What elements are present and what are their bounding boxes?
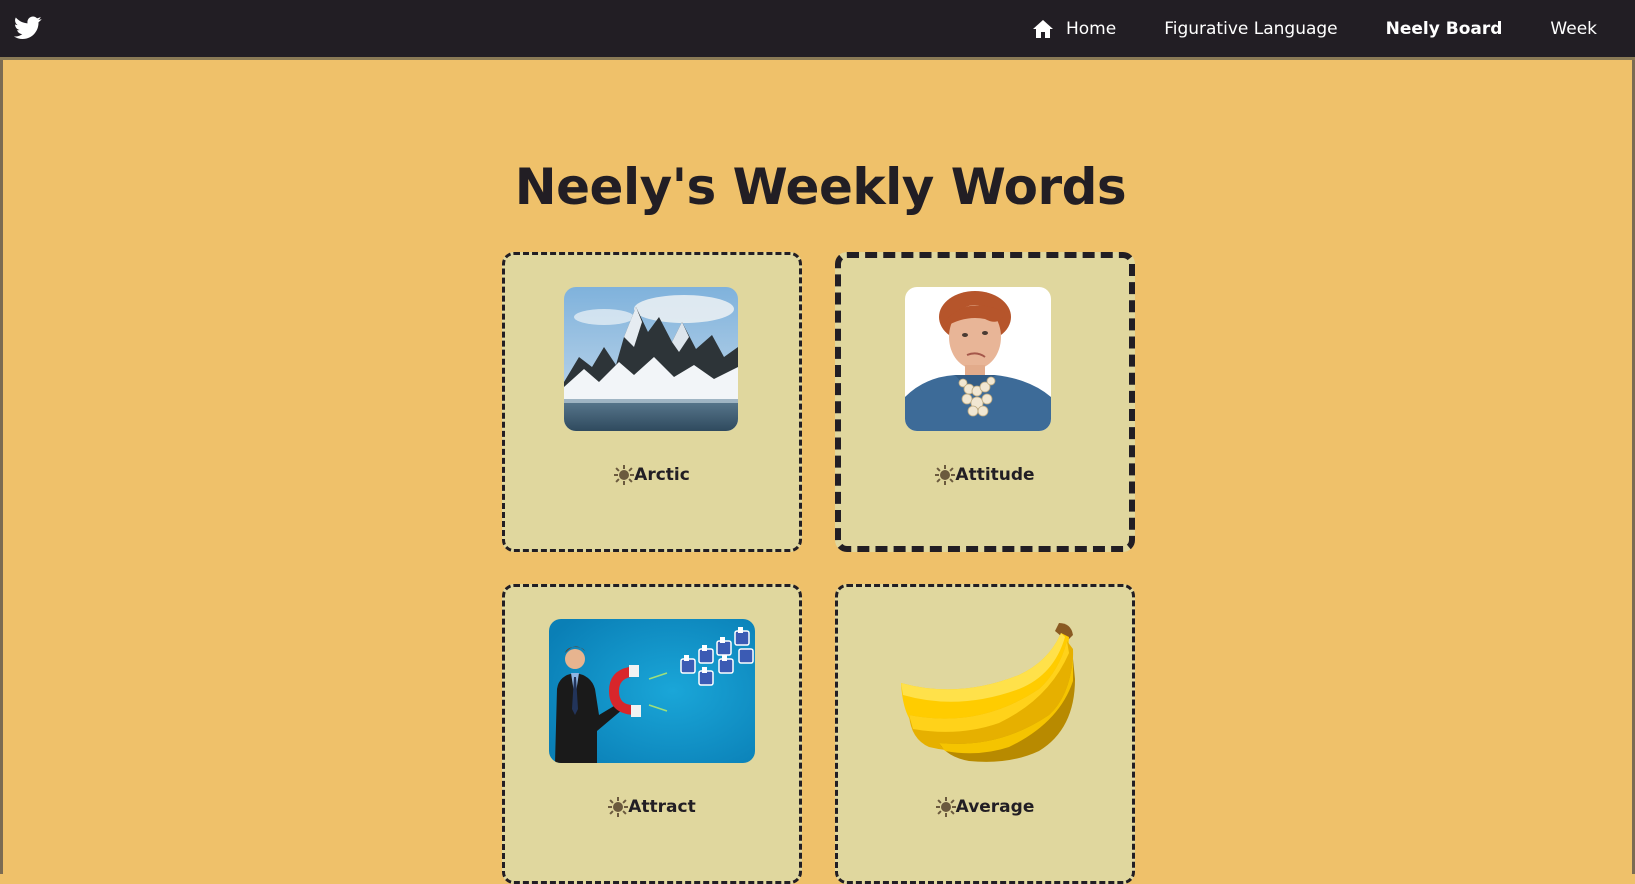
arctic-mountains-image: [564, 287, 738, 431]
nav-home-label: Home: [1065, 18, 1117, 39]
sun-icon: [614, 465, 635, 485]
skeptical-woman-image: [905, 287, 1051, 431]
nav-home-link[interactable]: Home: [1032, 19, 1116, 39]
nav-neely-board-label: Neely Board: [1385, 18, 1503, 39]
magnet-attracting-likes-image: [549, 619, 755, 763]
nav-week-label: Week: [1550, 18, 1597, 39]
home-icon: [1032, 19, 1053, 38]
nav-week-link[interactable]: Week: [1550, 19, 1597, 39]
nav-figurative-language-label: Figurative Language: [1164, 18, 1338, 39]
word-card-average[interactable]: Average: [835, 584, 1135, 884]
word-label-arctic: Arctic: [505, 465, 799, 485]
word-label-attitude: Attitude: [841, 465, 1129, 485]
nav-neely-board-link[interactable]: Neely Board: [1386, 19, 1503, 39]
twitter-bird-icon[interactable]: [14, 16, 42, 40]
top-navbar: Home Figurative Language Neely Board Wee…: [0, 0, 1635, 60]
page-content: Neely's Weekly Words Arctic Attitude Att…: [0, 60, 1635, 884]
word-text-average: Average: [955, 797, 1035, 817]
word-label-attract: Attract: [505, 797, 799, 817]
word-card-arctic[interactable]: Arctic: [502, 252, 802, 552]
word-text-attract: Attract: [628, 797, 696, 817]
sun-icon: [935, 797, 956, 817]
word-text-attitude: Attitude: [955, 465, 1035, 485]
nav-figurative-language-link[interactable]: Figurative Language: [1164, 19, 1337, 39]
sun-icon: [608, 797, 629, 817]
word-card-attitude[interactable]: Attitude: [835, 252, 1135, 552]
sun-icon: [935, 465, 956, 485]
page-title: Neely's Weekly Words: [514, 158, 1127, 216]
word-text-arctic: Arctic: [634, 465, 690, 485]
word-card-attract[interactable]: Attract: [502, 584, 802, 884]
nav-links: Home Figurative Language Neely Board Wee…: [1032, 0, 1635, 57]
bananas-image: [899, 619, 1075, 763]
word-label-average: Average: [838, 797, 1132, 817]
